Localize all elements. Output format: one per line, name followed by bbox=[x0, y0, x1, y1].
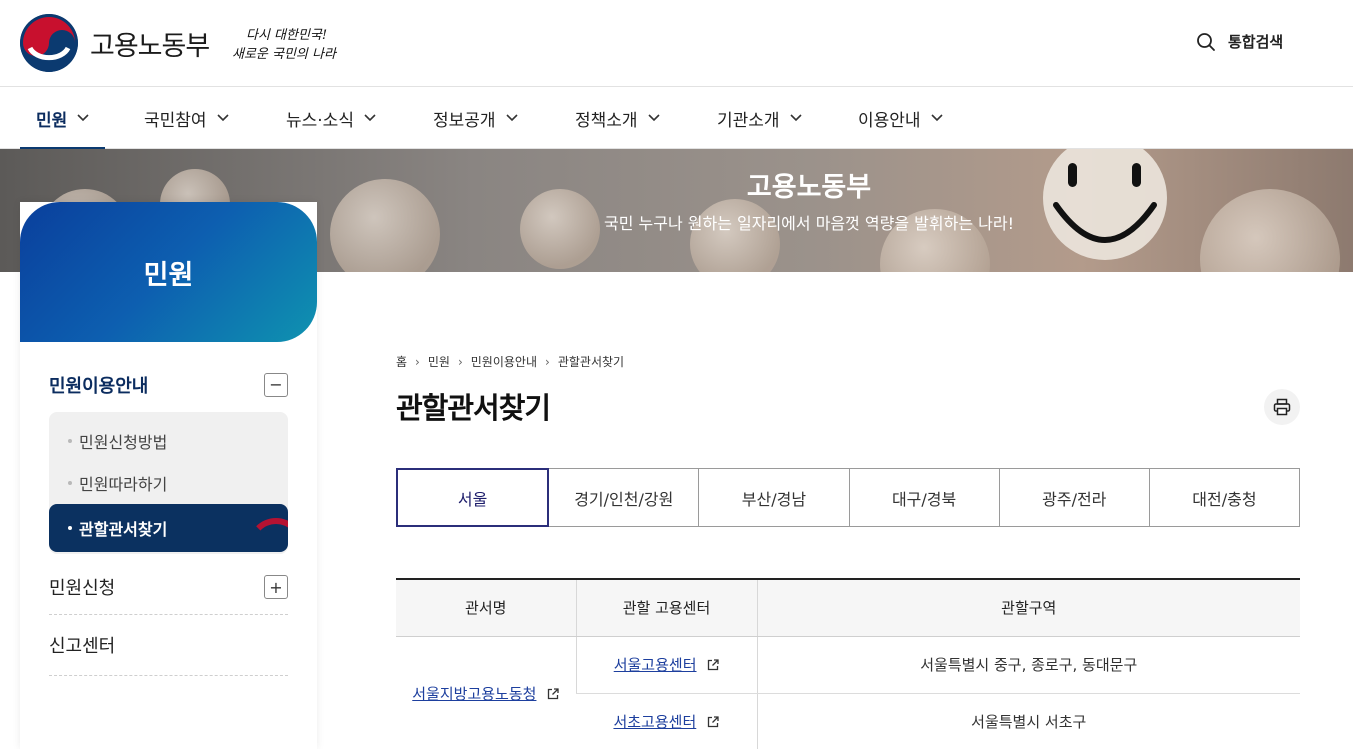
search-icon bbox=[1197, 32, 1215, 51]
column-header: 관할 고용센터 bbox=[575, 579, 757, 637]
collapse-toggle-button[interactable]: − bbox=[264, 372, 288, 397]
side-nav-title: 민원 bbox=[20, 202, 317, 342]
external-link-icon bbox=[707, 716, 719, 728]
site-logo[interactable]: 고용노동부 bbox=[20, 14, 210, 72]
breadcrumb-item[interactable]: 민원 bbox=[428, 353, 450, 370]
chevron-right-icon: › bbox=[545, 354, 550, 369]
logo-text: 고용노동부 bbox=[90, 30, 210, 62]
center-cell: 서초고용센터 bbox=[576, 693, 757, 749]
tab-busan[interactable]: 부산/경남 bbox=[698, 469, 849, 526]
gnb-item-participation[interactable]: 국민참여 bbox=[144, 87, 229, 149]
side-nav-submenu: 민원신청방법 민원따라하기 관할관서찾기 bbox=[49, 412, 288, 554]
gnb-item-news[interactable]: 뉴스·소식 bbox=[286, 87, 376, 149]
side-nav-item-label: 민원따라하기 bbox=[79, 475, 168, 494]
office-cell: 서울지방고용노동청 bbox=[396, 636, 576, 749]
column-header: 관서명 bbox=[396, 579, 576, 637]
center-link[interactable]: 서울고용센터 bbox=[614, 656, 697, 674]
global-nav: 민원 국민참여 뉴스·소식 정보공개 정책소개 기관소개 이용안내 bbox=[0, 87, 1353, 150]
gnb-item-agency[interactable]: 기관소개 bbox=[717, 87, 802, 149]
area-cell: 서울특별시 중구, 종로구, 동대문구 bbox=[756, 636, 1300, 694]
region-tabs: 서울 경기/인천/강원 부산/경남 대구/경북 광주/전라 대전/충청 bbox=[396, 468, 1300, 527]
external-link-icon bbox=[708, 659, 719, 671]
gnb-item-label: 정보공개 bbox=[433, 110, 496, 131]
side-nav-group-apply[interactable]: 민원신청 + bbox=[49, 560, 288, 615]
center-cell: 서울고용센터 bbox=[575, 636, 757, 694]
active-item-decoration bbox=[248, 518, 288, 552]
chevron-down-icon bbox=[505, 114, 518, 122]
gnb-item-policy[interactable]: 정책소개 bbox=[575, 87, 660, 149]
tab-gwangju[interactable]: 광주/전라 bbox=[998, 469, 1149, 526]
chevron-down-icon bbox=[930, 114, 943, 122]
chevron-down-icon bbox=[216, 114, 229, 122]
taegeuk-logo-icon bbox=[20, 14, 78, 72]
table-row: 서울지방고용노동청 서울고용센터 서울특별시 중구, 종로구, 동대문구 bbox=[396, 636, 1300, 749]
search-label: 통합검색 bbox=[1228, 33, 1284, 51]
side-nav-item-how-to-apply[interactable]: 민원신청방법 bbox=[49, 420, 288, 462]
slogan-handwriting: 다시 대한민국! 새로운 국민의 나라 bbox=[232, 28, 338, 62]
site-header: 고용노동부 다시 대한민국! 새로운 국민의 나라 통합검색 bbox=[0, 0, 1353, 87]
side-nav-group-label: 신고센터 bbox=[49, 636, 116, 657]
tab-gyeonggi[interactable]: 경기/인천/강원 bbox=[548, 469, 699, 526]
svg-text:새로운 국민의 나라: 새로운 국민의 나라 bbox=[232, 47, 338, 62]
gnb-item-minwon[interactable]: 민원 bbox=[19, 87, 106, 150]
chevron-down-icon bbox=[789, 114, 802, 122]
gnb-item-guide[interactable]: 이용안내 bbox=[858, 87, 943, 149]
side-nav-group-report[interactable]: 신고센터 bbox=[49, 615, 288, 676]
chevron-down-icon bbox=[77, 114, 89, 122]
breadcrumb-current: 관할관서찾기 bbox=[557, 355, 625, 369]
gnb-item-label: 민원 bbox=[36, 110, 68, 131]
breadcrumb-item[interactable]: 민원이용안내 bbox=[471, 353, 537, 370]
banner-title: 고용노동부 bbox=[746, 172, 872, 203]
print-button[interactable] bbox=[1264, 389, 1300, 425]
center-link[interactable]: 서초고용센터 bbox=[613, 713, 696, 731]
chevron-right-icon: › bbox=[457, 354, 463, 369]
side-nav-group-label: 민원이용안내 bbox=[49, 375, 149, 397]
expand-toggle-button[interactable]: + bbox=[264, 575, 288, 599]
chevron-down-icon bbox=[647, 114, 660, 122]
svg-text:다시 대한민국!: 다시 대한민국! bbox=[246, 28, 327, 43]
gnb-item-label: 기관소개 bbox=[717, 110, 780, 131]
chevron-right-icon: › bbox=[415, 354, 420, 369]
side-nav-item-follow-along[interactable]: 민원따라하기 bbox=[49, 462, 288, 504]
tab-daegu[interactable]: 대구/경북 bbox=[848, 469, 999, 526]
printer-icon bbox=[1273, 398, 1291, 416]
page-title: 관할관서찾기 bbox=[396, 391, 551, 425]
side-nav-group-label: 민원신청 bbox=[49, 578, 116, 599]
breadcrumb: 홈 › 민원 › 민원이용안내 › 관할관서찾기 bbox=[396, 353, 624, 370]
table-header-row: 관서명 관할 고용센터 관할구역 bbox=[396, 579, 1300, 637]
side-nav-group-guide[interactable]: 민원이용안내 − bbox=[49, 357, 288, 412]
office-table: 관서명 관할 고용센터 관할구역 서울지방고용노동청 서울고용센터 서울특별시 … bbox=[396, 578, 1300, 749]
gnb-item-label: 뉴스·소식 bbox=[286, 110, 354, 131]
side-nav-item-label: 민원신청방법 bbox=[79, 433, 168, 452]
column-header: 관할구역 bbox=[756, 579, 1300, 637]
gnb-item-label: 국민참여 bbox=[144, 110, 207, 131]
chevron-down-icon bbox=[364, 114, 376, 122]
office-link[interactable]: 서울지방고용노동청 bbox=[412, 685, 536, 703]
side-nav-menu: 민원이용안내 − 민원신청방법 민원따라하기 관할관서찾기 민원신청 + 신고센… bbox=[49, 357, 288, 676]
side-nav-item-label: 관할관서찾기 bbox=[79, 520, 168, 539]
tab-seoul[interactable]: 서울 bbox=[396, 468, 550, 527]
integrated-search-button[interactable]: 통합검색 bbox=[1196, 31, 1283, 52]
side-nav: 민원 민원이용안내 − 민원신청방법 민원따라하기 관할관서찾기 민원신청 + … bbox=[20, 202, 317, 749]
tab-daejeon[interactable]: 대전/충청 bbox=[1148, 469, 1300, 526]
external-link-icon bbox=[548, 687, 559, 699]
gnb-item-disclosure[interactable]: 정보공개 bbox=[433, 87, 518, 149]
breadcrumb-home[interactable]: 홈 bbox=[396, 353, 407, 370]
area-cell: 서울특별시 서초구 bbox=[756, 693, 1300, 749]
gnb-item-label: 정책소개 bbox=[575, 110, 638, 131]
gnb-item-label: 이용안내 bbox=[858, 110, 921, 131]
side-nav-item-find-office[interactable]: 관할관서찾기 bbox=[49, 504, 288, 552]
